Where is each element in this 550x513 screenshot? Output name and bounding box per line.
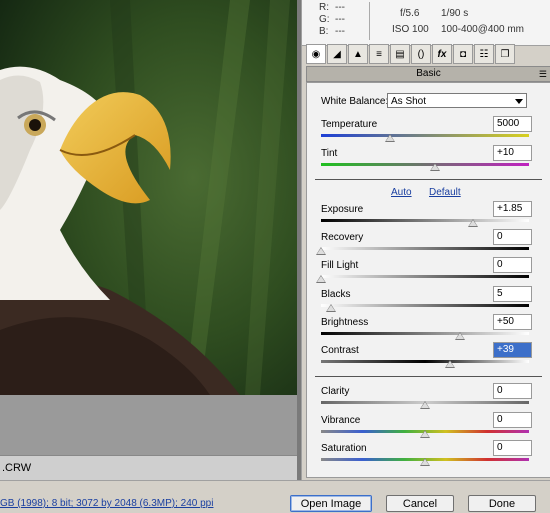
filename-bar: .CRW xyxy=(0,455,297,481)
recovery-field[interactable]: 0 xyxy=(493,229,532,245)
clarity-label: Clarity xyxy=(321,386,350,397)
panel-title: Basic xyxy=(416,68,441,79)
recovery-slider-thumb[interactable] xyxy=(316,247,326,255)
r-label: R: xyxy=(319,2,329,13)
auto-link[interactable]: Auto xyxy=(391,187,412,198)
b-label: B: xyxy=(319,26,329,37)
brightness-field[interactable]: +50 xyxy=(493,314,532,330)
open-image-button[interactable]: Open Image xyxy=(290,495,372,512)
snapshots-tab-icon[interactable]: ❐ xyxy=(495,44,515,64)
detail-tab-icon[interactable]: ▲ xyxy=(348,44,368,64)
brightness-label: Brightness xyxy=(321,317,369,328)
basic-tab-icon[interactable]: ◉ xyxy=(306,44,326,64)
iso: ISO 100 xyxy=(392,24,429,35)
eagle-photo xyxy=(0,0,297,395)
tint-field[interactable]: +10 xyxy=(493,145,532,161)
temperature-track[interactable] xyxy=(321,134,529,137)
status-bar: GB (1998); 8 bit; 3072 by 2048 (6.3MP); … xyxy=(0,480,550,513)
shutter-speed: 1/90 s xyxy=(441,8,469,19)
basic-settings: White Balance: As Shot Temperature 5000 … xyxy=(306,82,550,478)
chevron-down-icon xyxy=(515,99,523,104)
white-balance-select[interactable]: As Shot xyxy=(387,93,527,108)
saturation-label: Saturation xyxy=(321,443,367,454)
exposure-slider-thumb[interactable] xyxy=(467,219,478,227)
contrast-label: Contrast xyxy=(321,345,359,356)
b-value: --- xyxy=(335,26,345,37)
white-balance-label: White Balance: xyxy=(321,96,389,107)
fill-light-slider-thumb[interactable] xyxy=(316,275,326,283)
saturation-slider-thumb[interactable] xyxy=(420,458,430,466)
aperture: f/5.6 xyxy=(400,8,420,19)
blacks-track[interactable] xyxy=(321,304,529,307)
vibrance-slider-thumb[interactable] xyxy=(420,430,430,438)
lens: 100-400@400 mm xyxy=(441,24,524,35)
recovery-label: Recovery xyxy=(321,232,364,243)
info-separator xyxy=(369,2,370,40)
cancel-button[interactable]: Cancel xyxy=(386,495,454,512)
split-toning-tab-icon[interactable]: ▤ xyxy=(390,44,410,64)
tint-label: Tint xyxy=(321,148,338,159)
info-readout: R: --- G: --- B: --- f/5.6 1/90 s ISO 10… xyxy=(302,0,550,46)
section-divider xyxy=(315,179,542,180)
temperature-label: Temperature xyxy=(321,119,378,130)
blacks-slider-thumb[interactable] xyxy=(326,304,337,312)
recovery-track[interactable] xyxy=(321,247,529,250)
brightness-track[interactable] xyxy=(321,332,529,335)
g-value: --- xyxy=(335,14,345,25)
temperature-field[interactable]: 5000 xyxy=(493,116,532,132)
camera-calibration-tab-icon[interactable]: ◘ xyxy=(453,44,473,64)
preview-background xyxy=(0,395,297,455)
vibrance-field[interactable]: 0 xyxy=(493,412,532,428)
blacks-field[interactable]: 5 xyxy=(493,286,532,302)
brightness-slider-thumb[interactable] xyxy=(455,332,466,340)
done-button[interactable]: Done xyxy=(468,495,536,512)
fill-light-field[interactable]: 0 xyxy=(493,257,532,273)
panel-menu-icon[interactable]: ☰ xyxy=(539,67,547,81)
saturation-field[interactable]: 0 xyxy=(493,440,532,456)
r-value: --- xyxy=(335,2,345,13)
contrast-field[interactable]: +39 xyxy=(493,342,532,358)
default-link[interactable]: Default xyxy=(429,187,461,198)
tint-slider-thumb[interactable] xyxy=(430,163,441,171)
contrast-slider-thumb[interactable] xyxy=(444,360,455,368)
adjustments-panel: R: --- G: --- B: --- f/5.6 1/90 s ISO 10… xyxy=(301,0,550,480)
vibrance-label: Vibrance xyxy=(321,415,361,426)
workflow-options-link[interactable]: GB (1998); 8 bit; 3072 by 2048 (6.3MP); … xyxy=(0,498,213,509)
temperature-slider-thumb[interactable] xyxy=(384,134,395,142)
hsl-tab-icon[interactable]: ≡ xyxy=(369,44,389,64)
exposure-label: Exposure xyxy=(321,204,364,215)
section-divider xyxy=(315,376,542,377)
filename-label: .CRW xyxy=(2,462,32,474)
panel-title-bar: Basic ☰ xyxy=(306,66,550,82)
image-preview[interactable] xyxy=(0,0,297,395)
blacks-label: Blacks xyxy=(321,289,351,300)
fx-tab-icon[interactable]: fx xyxy=(432,44,452,64)
tone-curve-tab-icon[interactable]: ◢ xyxy=(327,44,347,64)
clarity-field[interactable]: 0 xyxy=(493,383,532,399)
contrast-track[interactable] xyxy=(321,360,529,363)
clarity-slider-thumb[interactable] xyxy=(420,401,430,409)
fill-light-track[interactable] xyxy=(321,275,529,278)
lens-tab-icon[interactable]: () xyxy=(411,44,431,64)
fill-light-label: Fill Light xyxy=(321,260,359,271)
presets-tab-icon[interactable]: ☷ xyxy=(474,44,494,64)
exposure-track[interactable] xyxy=(321,219,529,222)
g-label: G: xyxy=(319,14,330,25)
white-balance-value: As Shot xyxy=(391,96,427,107)
tint-track[interactable] xyxy=(321,163,529,166)
exposure-field[interactable]: +1.85 xyxy=(493,201,532,217)
